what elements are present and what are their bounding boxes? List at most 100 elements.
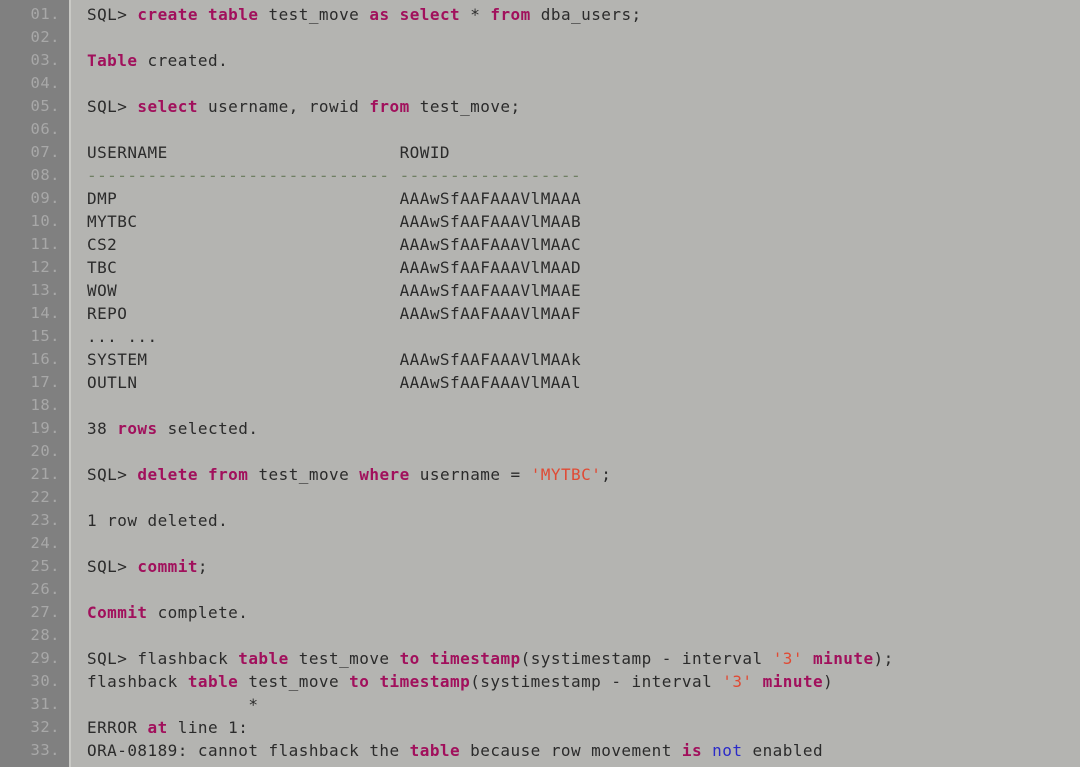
code-line: Table created. <box>87 49 1080 72</box>
code-text: * <box>87 695 259 714</box>
sql-keyword: to <box>399 649 420 668</box>
code-text: ; <box>197 557 209 576</box>
code-text: enabled <box>742 741 824 760</box>
sql-keyword: not <box>712 741 743 760</box>
sql-keyword: as <box>369 5 390 24</box>
code-line: 1 row deleted. <box>87 509 1080 532</box>
code-line: SQL> commit; <box>87 555 1080 578</box>
line-number: 01. <box>30 5 60 23</box>
code-line: DMP AAAwSfAAFAAAVlMAAA <box>87 187 1080 210</box>
sql-keyword: select <box>137 97 198 116</box>
code-text: (systimestamp - interval <box>470 672 723 691</box>
line-number: 08. <box>30 166 60 184</box>
code-text: 1 row deleted. <box>87 511 229 530</box>
code-text: OUTLN AAAwSfAAFAAAVlMAAl <box>87 373 582 392</box>
code-text: ; <box>601 465 612 484</box>
code-text: 38 <box>87 419 118 438</box>
code-line: WOW AAAwSfAAFAAAVlMAAE <box>87 279 1080 302</box>
code-text: test_move <box>238 672 350 691</box>
sql-keyword: from <box>369 97 410 116</box>
code-line: * <box>87 693 1080 716</box>
line-number: 04. <box>30 74 60 92</box>
code-text: SQL> <box>87 5 138 24</box>
sql-keyword: where <box>359 465 410 484</box>
sql-keyword: table <box>187 672 239 691</box>
code-content-area[interactable]: SQL> create table test_move as select * … <box>71 0 1080 767</box>
line-number: 26. <box>30 580 60 598</box>
code-line: SQL> delete from test_move where usernam… <box>87 463 1080 486</box>
sql-keyword: from <box>208 465 249 484</box>
line-number: 17. <box>30 373 60 391</box>
code-text: dba_users; <box>530 5 642 24</box>
sql-keyword: create <box>137 5 198 24</box>
line-number: 18. <box>30 396 60 414</box>
sql-keyword: from <box>490 5 531 24</box>
code-text: USERNAME ROWID <box>87 143 450 162</box>
sql-keyword: timestamp <box>429 649 521 668</box>
line-number: 20. <box>30 442 60 460</box>
sql-keyword: timestamp <box>379 672 471 691</box>
line-number: 19. <box>30 419 60 437</box>
code-text: ) <box>823 672 834 691</box>
line-number: 16. <box>30 350 60 368</box>
line-number: 21. <box>30 465 60 483</box>
line-number: 07. <box>30 143 60 161</box>
line-number: 28. <box>30 626 60 644</box>
code-text: ); <box>873 649 894 668</box>
code-block: 01. 02. 03. 04. 05. 06. 07. 08. 09. 10. 11. 12. 13. 1… <box>0 0 1080 767</box>
line-number: 30. <box>30 672 60 690</box>
code-text: test_move; <box>409 97 521 116</box>
code-text: username = <box>409 465 531 484</box>
line-number: 29. <box>30 649 60 667</box>
line-number: 23. <box>30 511 60 529</box>
code-text: TBC AAAwSfAAFAAAVlMAAD <box>87 258 582 277</box>
code-line: USERNAME ROWID <box>87 141 1080 164</box>
line-number: 33. <box>30 741 60 759</box>
code-line: TBC AAAwSfAAFAAAVlMAAD <box>87 256 1080 279</box>
line-number: 14. <box>30 304 60 322</box>
code-line: MYTBC AAAwSfAAFAAAVlMAAB <box>87 210 1080 233</box>
line-number: 24. <box>30 534 60 552</box>
code-text: SQL> <box>87 97 138 116</box>
line-number: 31. <box>30 695 60 713</box>
line-number: 13. <box>30 281 60 299</box>
code-text: WOW AAAwSfAAFAAAVlMAAE <box>87 281 582 300</box>
code-line: ... ... <box>87 325 1080 348</box>
sql-string-literal: '3' <box>722 672 753 691</box>
code-text: created. <box>137 51 229 70</box>
sql-keyword: delete <box>137 465 198 484</box>
code-text: ERROR <box>87 718 148 737</box>
sql-string-literal: 'MYTBC' <box>530 465 602 484</box>
code-line: SQL> select username, rowid from test_mo… <box>87 95 1080 118</box>
code-text: SQL> <box>87 557 138 576</box>
code-line: CS2 AAAwSfAAFAAAVlMAAC <box>87 233 1080 256</box>
code-text: * <box>460 5 491 24</box>
line-number: 12. <box>30 258 60 276</box>
line-number: 03. <box>30 51 60 69</box>
sql-keyword: select <box>399 5 461 24</box>
code-text: ... ... <box>87 327 158 346</box>
line-number: 15. <box>30 327 60 345</box>
sql-keyword: at <box>147 718 168 737</box>
sql-keyword: is <box>681 741 703 760</box>
line-number-gutter: 01. 02. 03. 04. 05. 06. 07. 08. 09. 10. 11. 12. 13. 1… <box>0 0 71 767</box>
line-number: 02. <box>30 28 60 46</box>
sql-keyword: minute <box>813 649 874 668</box>
code-text: SQL> flashback <box>87 649 239 668</box>
sql-keyword: commit <box>137 557 198 576</box>
code-text: line 1: <box>167 718 249 737</box>
line-number: 06. <box>30 120 60 138</box>
line-number: 11. <box>30 235 60 253</box>
code-text: DMP AAAwSfAAFAAAVlMAAA <box>87 189 582 208</box>
line-number: 27. <box>30 603 60 621</box>
code-line: REPO AAAwSfAAFAAAVlMAAF <box>87 302 1080 325</box>
line-number: 32. <box>30 718 60 736</box>
